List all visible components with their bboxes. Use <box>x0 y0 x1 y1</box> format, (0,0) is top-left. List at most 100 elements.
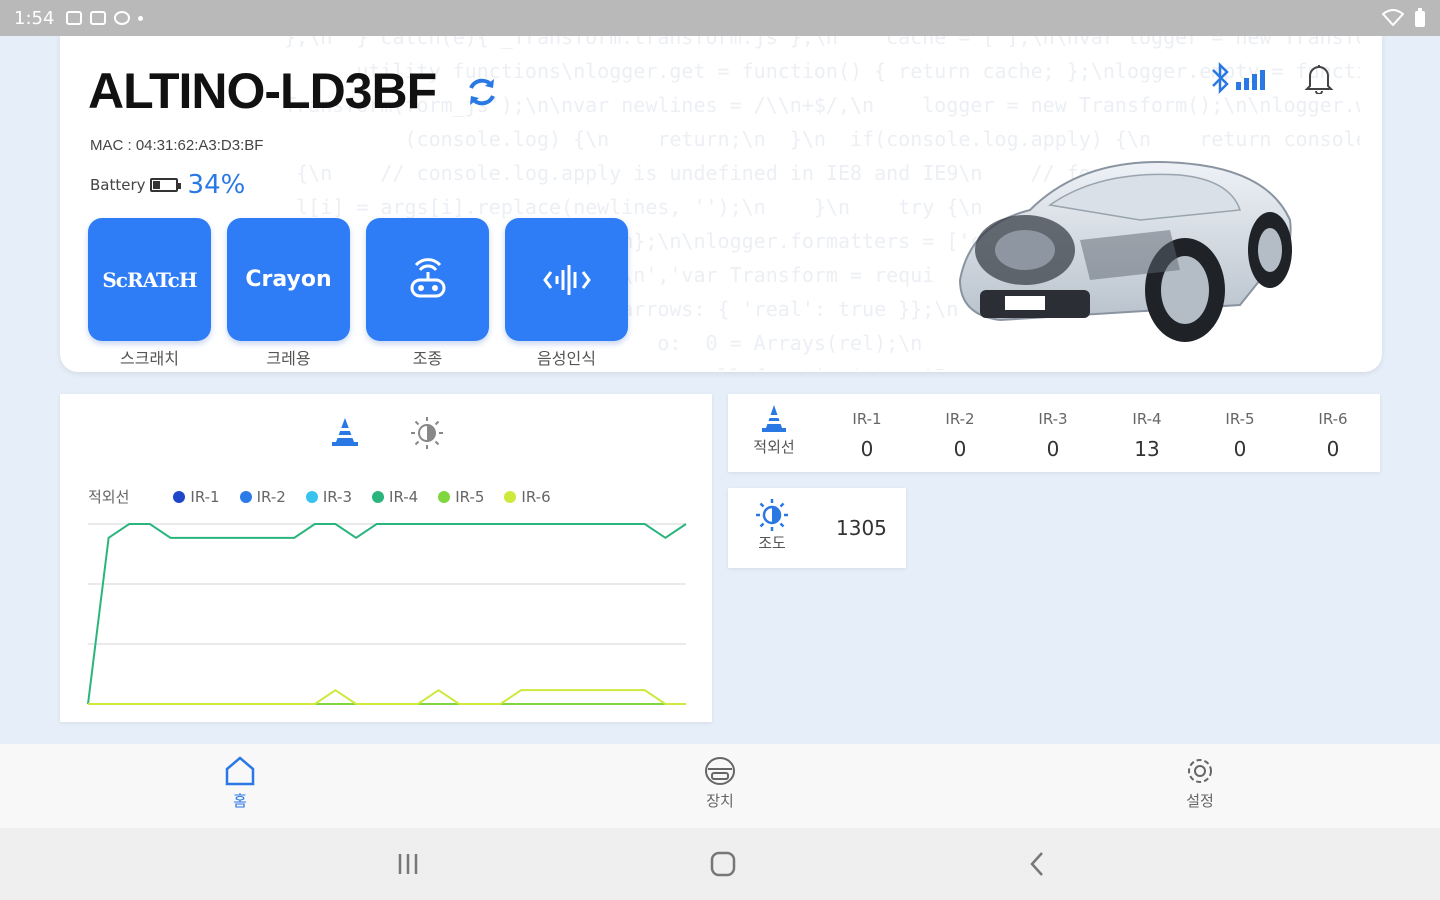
legend-label: IR-1 <box>190 487 220 506</box>
ir-value: 0 <box>1233 437 1247 461</box>
voice-wave-icon <box>542 264 591 295</box>
ir-value: 13 <box>1134 437 1160 461</box>
ir-name: IR-1 <box>852 410 882 428</box>
mode-crayon: Crayon 크레용 <box>227 218 350 369</box>
ir-value: 0 <box>1326 437 1340 461</box>
screenshot-icon <box>90 11 107 25</box>
ir-sensor-2: IR-2 0 <box>930 410 990 461</box>
mode-label: 크레용 <box>266 349 311 368</box>
legend-label: IR-2 <box>256 487 286 506</box>
bell-icon[interactable] <box>1304 62 1334 94</box>
bottom-navigation: 홈 장치 설정 <box>0 744 1440 828</box>
legend-item-ir2: IR-2 <box>239 487 286 506</box>
image-icon <box>66 11 83 25</box>
scratch-button[interactable]: ScRATcH <box>88 218 211 341</box>
battery-level-icon <box>149 178 181 192</box>
legend-item-ir3: IR-3 <box>305 487 353 506</box>
battery-icon <box>1415 8 1425 27</box>
ir-sensor-5: IR-5 0 <box>1210 410 1270 461</box>
mode-remote: 조종 <box>366 218 489 369</box>
battery-label: Battery <box>90 176 146 194</box>
legend-item-ir5: IR-5 <box>438 488 484 506</box>
mode-scratch: ScRATcH 스크래치 <box>88 218 211 369</box>
mode-label: 조종 <box>412 349 443 368</box>
legend-item-ir6: IR-6 <box>504 487 551 506</box>
ir-sensor-4: IR-4 13 <box>1117 410 1177 461</box>
light-label: 조도 <box>758 534 786 552</box>
refresh-icon[interactable] <box>464 74 500 110</box>
status-bar: 1:54 <box>0 0 1440 36</box>
nav-home[interactable]: 홈 <box>200 754 280 811</box>
device-header-card: },\n } catch(e){ _Transform.transform.js… <box>60 20 1382 372</box>
legend-label: IR-4 <box>389 487 419 506</box>
cone-icon[interactable] <box>330 416 360 448</box>
legend-item-ir4: IR-4 <box>372 488 418 506</box>
home-circle-icon[interactable] <box>707 848 739 880</box>
system-navigation <box>0 828 1440 900</box>
cone-icon <box>762 405 786 432</box>
legend-dot <box>438 490 451 503</box>
sensor-chart-card: 적외선 IR-1 IR-2 IR-3 IR-4 IR-5 IR-6 <box>60 394 712 722</box>
back-icon[interactable] <box>1022 848 1054 880</box>
settings-circle-icon <box>114 11 131 25</box>
recent-apps-icon[interactable] <box>392 848 424 880</box>
ir-label: 적외선 <box>753 438 795 456</box>
ir-line-chart <box>87 523 687 705</box>
dot-icon <box>138 15 144 21</box>
voice-recognition-button[interactable] <box>505 218 628 341</box>
nav-device[interactable]: 장치 <box>680 754 760 811</box>
legend-label: IR-5 <box>455 487 485 506</box>
legend-item-ir1: IR-1 <box>173 487 220 506</box>
series-line-ir-4 <box>87 523 687 705</box>
nav-label: 설정 <box>1186 792 1214 810</box>
home-icon <box>225 756 255 786</box>
mac-address: MAC : 04:31:62:A3:D3:BF <box>90 137 264 154</box>
wifi-icon <box>1382 9 1404 26</box>
device-name: ALTINO-LD3BF <box>88 63 437 119</box>
battery-status: Battery 34% <box>90 170 245 200</box>
light-header: 조도 <box>750 498 794 553</box>
crayon-logo-icon: Crayon <box>245 267 332 292</box>
status-time: 1:54 <box>14 7 55 29</box>
bluetooth-icon <box>1212 61 1229 95</box>
gear-icon <box>1188 759 1212 783</box>
ir-values-card: 적외선 IR-1 0 IR-2 0 IR-3 0 IR-4 13 IR-5 0 IR-6 0 <box>728 394 1380 472</box>
mode-label: 음성인식 <box>537 349 596 368</box>
remote-control-button[interactable] <box>366 218 489 341</box>
legend-dot <box>239 490 252 503</box>
series-line-ir-6 <box>88 688 686 705</box>
car-image <box>958 161 1292 342</box>
ir-sensor-6: IR-6 0 <box>1303 410 1363 461</box>
ir-sensor-1: IR-1 0 <box>837 410 897 461</box>
ir-sensor-3: IR-3 0 <box>1023 410 1083 461</box>
ir-name: IR-3 <box>1038 410 1068 428</box>
mode-voice: 음성인식 <box>505 218 628 369</box>
ir-value: 0 <box>953 437 967 461</box>
legend-dot <box>372 490 385 503</box>
legend-dot <box>504 490 517 503</box>
light-value: 1305 <box>836 516 887 540</box>
ir-name: IR-5 <box>1225 410 1255 428</box>
legend-label: IR-6 <box>521 487 551 506</box>
ir-header: 적외선 <box>746 404 802 457</box>
ir-name: IR-6 <box>1318 410 1348 428</box>
brightness-icon[interactable] <box>410 416 444 450</box>
ir-name: IR-2 <box>945 410 975 428</box>
nav-settings[interactable]: 설정 <box>1160 754 1240 811</box>
nav-label: 장치 <box>706 792 734 810</box>
nav-label: 홈 <box>233 792 247 810</box>
mode-label: 스크래치 <box>120 349 179 368</box>
light-value-card: 조도 1305 <box>728 488 906 568</box>
signal-icon <box>1236 70 1265 90</box>
brightness-icon <box>756 499 788 531</box>
crayon-button[interactable]: Crayon <box>227 218 350 341</box>
ir-value: 0 <box>1046 437 1060 461</box>
legend-dot <box>305 490 318 503</box>
remote-control-icon <box>410 257 445 297</box>
ir-name: IR-4 <box>1132 410 1162 428</box>
battery-percent: 34% <box>187 170 246 200</box>
legend-dot <box>173 490 186 503</box>
mode-buttons: ScRATcH 스크래치 Crayon 크레용 조종 음성인식 <box>88 218 628 369</box>
legend-label: IR-3 <box>322 487 353 506</box>
ir-value: 0 <box>860 437 874 461</box>
